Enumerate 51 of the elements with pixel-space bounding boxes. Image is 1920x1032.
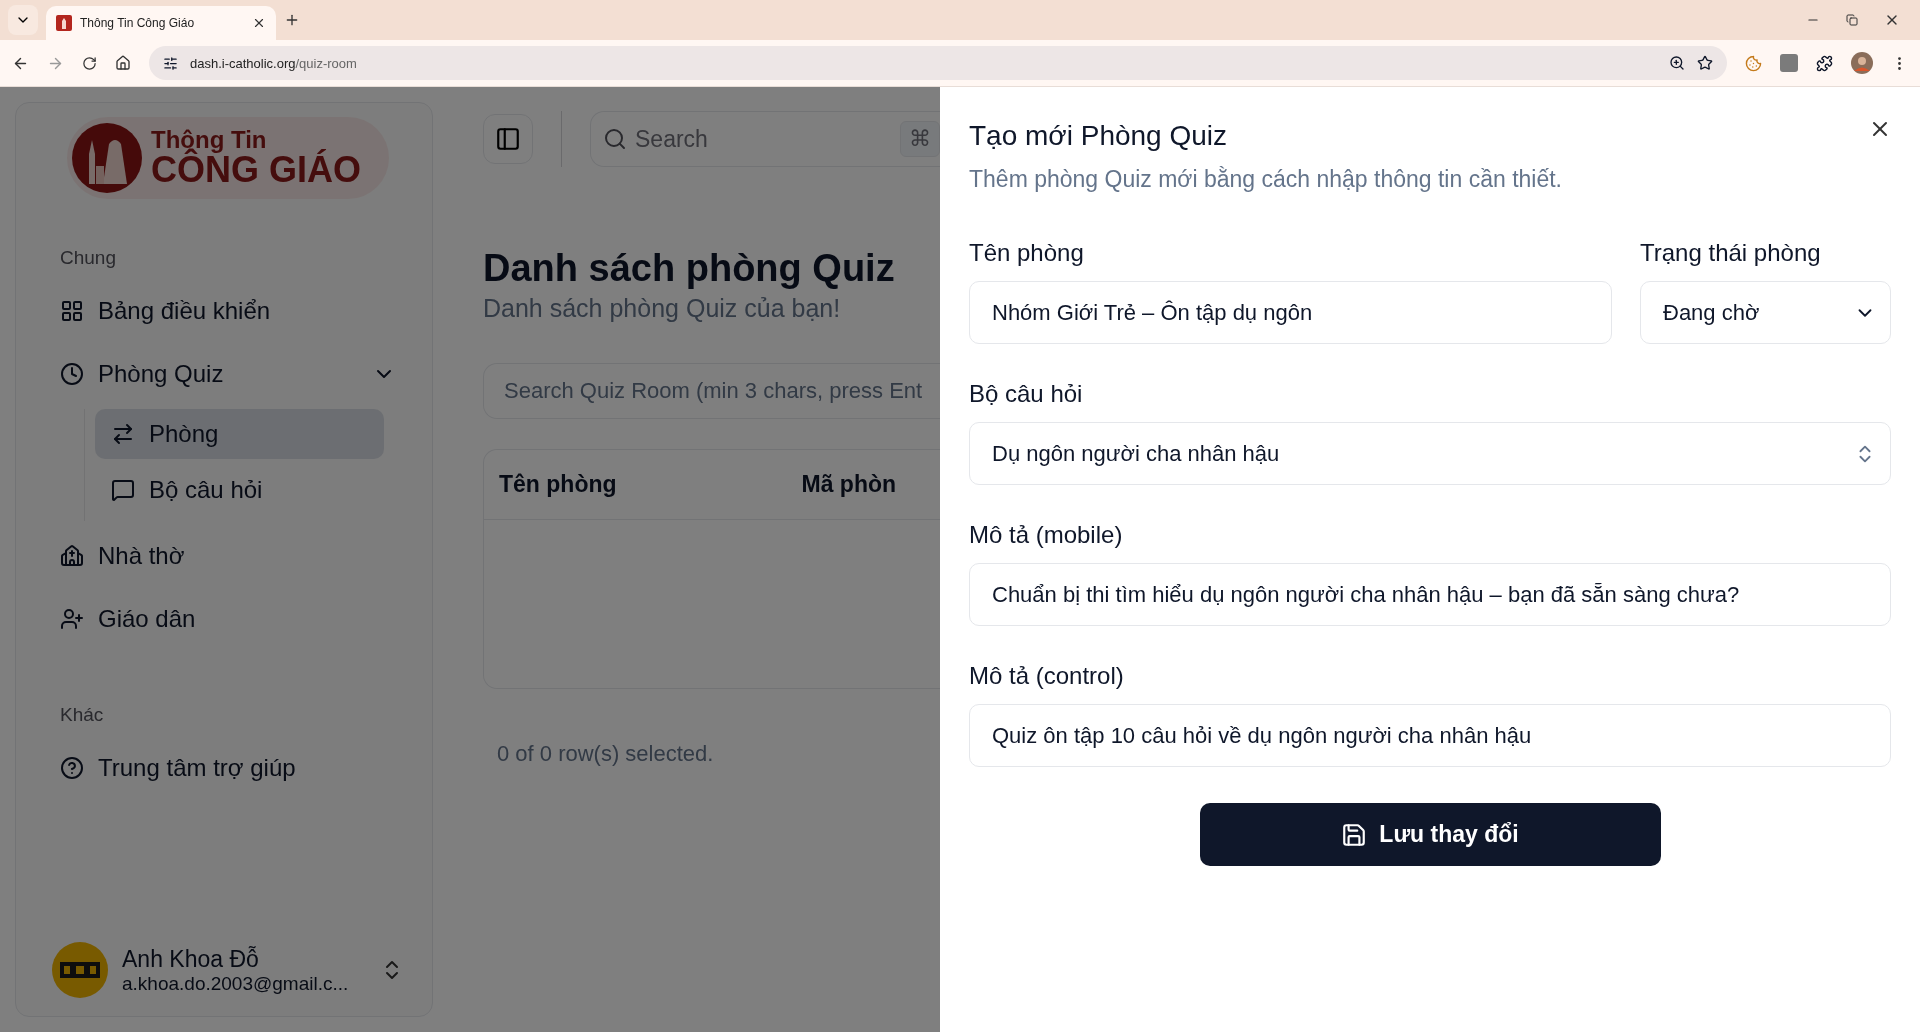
field-label: Mô tả (mobile) (969, 521, 1124, 549)
extensions-icon[interactable] (1816, 54, 1833, 72)
sheet-description: Thêm phòng Quiz mới bằng cách nhập thông tin cần thiết. (969, 166, 1563, 193)
sheet-title: Tạo mới Phòng Quiz (969, 120, 1228, 152)
church-icon (60, 544, 84, 568)
field-label: Bộ câu hỏi (969, 380, 1084, 408)
field-label: Tên phòng (969, 239, 1085, 267)
cookie-icon[interactable] (1745, 54, 1762, 72)
page-subtitle: Danh sách phòng Quiz của bạn! (483, 294, 842, 323)
site-favicon-icon (56, 15, 72, 31)
sidebar-toggle-button[interactable] (483, 114, 533, 164)
help-icon (60, 756, 84, 780)
sidebar-icon (495, 126, 521, 152)
close-tab-icon[interactable] (252, 16, 266, 30)
profile-avatar-icon[interactable] (1851, 52, 1873, 74)
save-button[interactable]: Lưu thay đổi (1199, 803, 1661, 866)
text-input[interactable]: Nhóm Giới Trẻ – Ôn tập dụ ngôn (969, 281, 1612, 344)
home-icon[interactable] (115, 55, 131, 71)
column-header: Mã phòn (801, 471, 897, 498)
save-icon (1341, 821, 1368, 848)
column-header: Tên phòng (499, 471, 617, 498)
message-icon (111, 478, 135, 502)
tab-list-button[interactable] (8, 5, 38, 35)
sidebar-subitem[interactable]: Phòng (95, 409, 384, 459)
page-title: Danh sách phòng Quiz (483, 247, 896, 290)
section-heading: Khác (60, 704, 105, 726)
bookmark-star-icon[interactable] (1697, 55, 1713, 71)
swap-icon (111, 422, 135, 446)
user-email: a.khoa.do.2003@gmail.c... (122, 972, 350, 995)
restore-icon[interactable] (1846, 14, 1858, 26)
status-select[interactable]: Đang chờ (1640, 281, 1891, 344)
clock-icon (60, 362, 84, 386)
new-tab-icon[interactable] (284, 12, 300, 28)
browser-tab[interactable]: Thông Tin Công Giáo (46, 6, 276, 40)
search-icon (603, 127, 627, 151)
question-set-combobox[interactable]: Dụ ngôn người cha nhân hậu (969, 422, 1891, 485)
text-input[interactable]: Chuẩn bị thi tìm hiểu dụ ngôn người cha nhân hậu – bạn đã sẵn sàng chưa? (969, 563, 1891, 626)
field-label: Trạng thái phòng (1640, 239, 1822, 267)
user-name: Anh Khoa Đỗ (122, 945, 260, 973)
text-input[interactable]: Quiz ôn tập 10 câu hỏi về dụ ngôn người cha nhân hậu (969, 704, 1891, 767)
reload-icon[interactable] (82, 55, 97, 71)
field-label: Mô tả (control) (969, 662, 1125, 690)
site-settings-icon[interactable] (163, 55, 178, 71)
zoom-icon[interactable] (1669, 55, 1685, 71)
church-emblem-icon (71, 122, 143, 194)
shortcut-key: ⌘ (900, 121, 940, 157)
room-search-field[interactable]: Search Quiz Room (min 3 chars, press Ent (483, 363, 940, 419)
selection-status: 0 of 0 row(s) selected. (496, 741, 715, 767)
dashboard-icon (60, 299, 84, 323)
user-plus-icon (60, 607, 84, 631)
section-heading: Chung (60, 247, 117, 269)
